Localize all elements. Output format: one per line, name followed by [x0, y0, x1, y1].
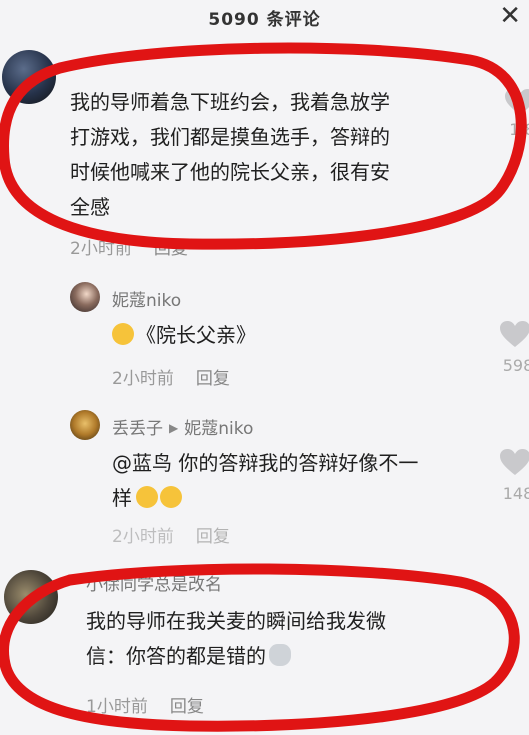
- like-count: 148: [502, 484, 529, 503]
- close-icon[interactable]: ✕: [499, 2, 521, 30]
- avatar[interactable]: [2, 50, 56, 104]
- reply-button[interactable]: 回复: [196, 527, 230, 547]
- like-button[interactable]: 1.8: [500, 88, 529, 139]
- comment-text-line: 我的导师着急下班约会，我着急放学: [70, 90, 390, 114]
- like-count: 1.8: [509, 120, 529, 139]
- reply-text-line: 样: [112, 481, 418, 516]
- crying-emoji-icon: [160, 486, 182, 508]
- like-button[interactable]: 598: [495, 320, 529, 375]
- comments-header: 5090 条评论 ✕: [0, 0, 529, 34]
- reply-time: 2小时前: [112, 369, 174, 389]
- comment-meta: 2小时前 回复: [70, 234, 188, 259]
- comment-text-line: 打游戏，我们都是摸鱼选手，答辩的: [70, 125, 390, 149]
- reply-arrow-icon: ▶: [169, 421, 179, 435]
- reply-button[interactable]: 回复: [170, 697, 204, 717]
- comment-count-title: 5090 条评论: [208, 10, 321, 30]
- reply-text-content: 《院长父亲》: [136, 323, 256, 347]
- like-button[interactable]: 148: [495, 448, 529, 503]
- heart-icon: [505, 89, 529, 115]
- reply-username[interactable]: 妮蔻niko: [112, 286, 181, 311]
- reply-time: 2小时前: [112, 527, 174, 547]
- reply-author[interactable]: 丢丢子: [112, 419, 163, 439]
- comment-text: 我的导师着急下班约会，我着急放学 打游戏，我们都是摸鱼选手，答辩的 时候他喊来了…: [70, 85, 390, 225]
- comment-text-line: 全感: [70, 195, 110, 219]
- reply-text-line: @蓝鸟 你的答辩我的答辩好像不一: [112, 451, 419, 475]
- comment-time: 1小时前: [86, 697, 148, 717]
- comment-text-line: 时候他喊来了他的院长父亲，很有安: [70, 160, 390, 184]
- heart-icon: [500, 321, 529, 347]
- avatar[interactable]: [70, 410, 100, 440]
- comment-text-line: 我的导师在我关麦的瞬间给我发微: [86, 609, 386, 633]
- reply-text-line-content: 样: [112, 486, 132, 510]
- reply-text: 《院长父亲》: [112, 318, 256, 353]
- cat-emoji-icon: [269, 644, 291, 666]
- avatar[interactable]: [4, 570, 58, 624]
- reply-button[interactable]: 回复: [154, 239, 188, 259]
- comment-meta: 1小时前 回复: [86, 692, 204, 717]
- reply-meta: 2小时前 回复: [112, 522, 230, 547]
- reply-text: @蓝鸟 你的答辩我的答辩好像不一 样: [112, 446, 418, 516]
- reply-button[interactable]: 回复: [196, 369, 230, 389]
- reply-target[interactable]: 妮蔻niko: [184, 419, 253, 439]
- laugh-cry-emoji-icon: [112, 323, 134, 345]
- comment-text-line: 信：你答的都是错的: [86, 639, 386, 674]
- reply-username: 丢丢子 ▶ 妮蔻niko: [112, 414, 253, 439]
- comment-text-line-content: 信：你答的都是错的: [86, 644, 266, 668]
- comment-time: 2小时前: [70, 239, 132, 259]
- reply-meta: 2小时前 回复: [112, 364, 230, 389]
- comment-text: 我的导师在我关麦的瞬间给我发微 信：你答的都是错的: [86, 604, 386, 674]
- avatar[interactable]: [70, 282, 100, 312]
- like-count: 598: [502, 356, 529, 375]
- comment-username[interactable]: 小徐同学总是改名: [86, 570, 222, 595]
- heart-icon: [500, 449, 529, 475]
- crying-emoji-icon: [136, 486, 158, 508]
